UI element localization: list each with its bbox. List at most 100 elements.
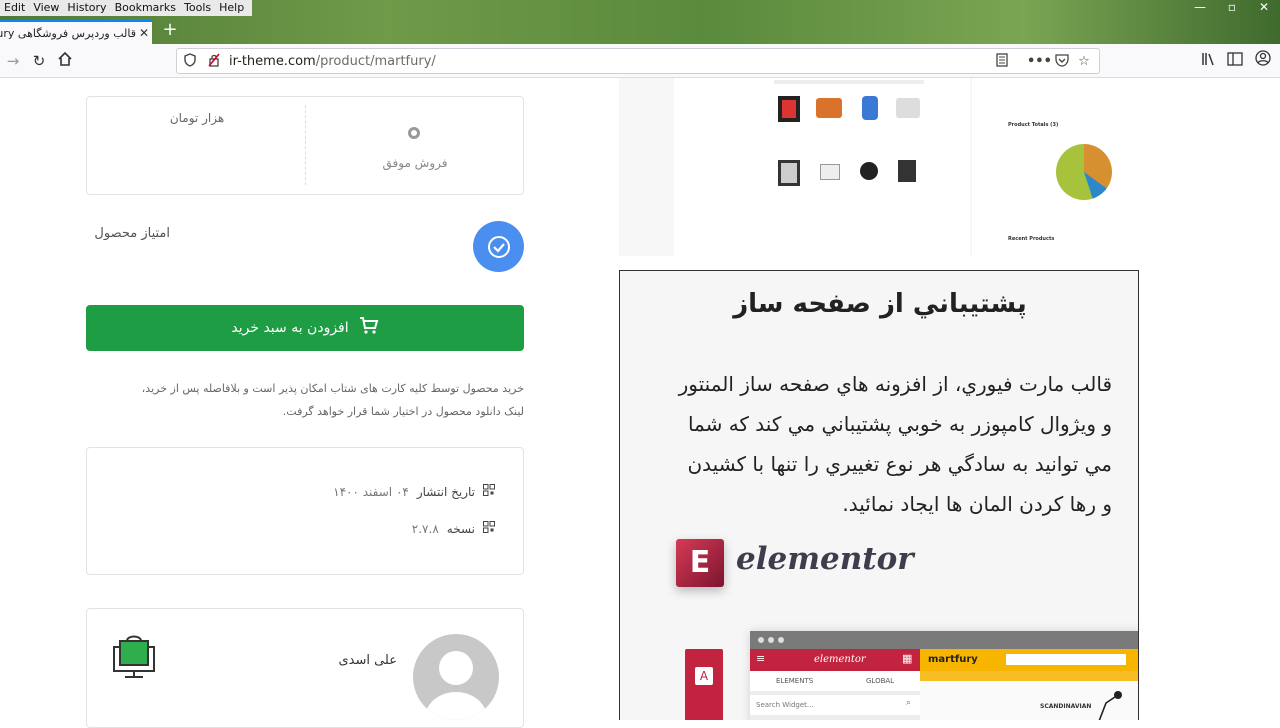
feature-line2: و ويژوال كامپوزر به خوبي پشتيباني مي كند…	[687, 412, 1112, 436]
feature-line1: قالب مارت فيوري، از افزونه هاي صفحه ساز …	[678, 372, 1112, 396]
new-tab-icon[interactable]: +	[160, 20, 180, 42]
pie-chart-thumb	[1056, 144, 1112, 200]
close-window-icon[interactable]: ✕	[1248, 0, 1280, 16]
minimize-icon[interactable]: —	[1184, 0, 1216, 16]
product-thumb	[778, 160, 800, 186]
product-rating-label: امتیاز محصول	[94, 226, 170, 241]
product-thumb	[896, 98, 920, 118]
editor-side-strip: A	[685, 649, 723, 720]
elementor-mark: E	[689, 545, 711, 580]
feature-panel: پشتيباني از صفحه ساز قالب مارت فيوري، از…	[619, 270, 1139, 720]
feature-line4: و رها كردن المان ها ايجاد نمائيد.	[842, 492, 1112, 516]
bullet-icon	[408, 127, 420, 139]
tab-global[interactable]: GLOBAL	[866, 677, 894, 685]
sales-info-card: هزار تومان فروش موفق	[86, 96, 524, 195]
menu-view[interactable]: View	[29, 0, 63, 16]
publish-date-row: تاریخ انتشار ۰۴ اسفند ۱۴۰۰	[333, 484, 495, 499]
maximize-icon[interactable]: ▫	[1216, 0, 1248, 16]
menu-bookmarks[interactable]: Bookmarks	[111, 0, 180, 16]
home-icon[interactable]	[54, 50, 76, 72]
feature-line3: مي توانيد به سادگي هر نوع تغييري را تنها…	[687, 452, 1112, 476]
purchase-note-line2: لینک دانلود محصول در اختیار شما قرار خوا…	[282, 405, 524, 418]
pocket-icon[interactable]	[1053, 53, 1071, 71]
elementor-logo-icon: E	[676, 539, 724, 587]
library-icon[interactable]	[1198, 50, 1220, 72]
page-actions-icon[interactable]: •••	[1027, 53, 1052, 71]
publish-date-value: ۰۴ اسفند ۱۴۰۰	[333, 484, 409, 499]
editor-logo: elementor	[814, 654, 866, 665]
editor-header: ≡ elementor ▦	[750, 649, 920, 671]
menu-history[interactable]: History	[63, 0, 110, 16]
tab-close-icon[interactable]: ✕	[136, 26, 152, 40]
price-unit-label: هزار تومان	[169, 111, 225, 125]
menu-tools[interactable]: Tools	[180, 0, 215, 16]
cart-icon	[359, 317, 379, 339]
url-path: /product/martfury/	[315, 54, 436, 69]
product-meta-card: تاریخ انتشار ۰۴ اسفند ۱۴۰۰ نسخه ۲.۷.۸	[86, 447, 524, 575]
feature-description: قالب مارت فيوري، از افزونه هاي صفحه ساز …	[640, 364, 1112, 524]
widget-search-input[interactable]: Search Widget... ⌕	[750, 695, 920, 715]
search-icon: ⌕	[906, 698, 912, 708]
check-icon	[487, 235, 510, 258]
qr-icon	[483, 521, 495, 536]
qr-icon	[483, 484, 495, 499]
window-controls: — ▫ ✕	[1184, 0, 1280, 16]
url-text: ir-theme.com/product/martfury/	[229, 54, 436, 69]
editor-window-bar	[750, 631, 1138, 649]
bookmark-star-icon[interactable]: ☆	[1075, 53, 1093, 71]
product-totals-label: Product Totals (3)	[1008, 122, 1059, 128]
site-header-preview: martfury	[920, 649, 1138, 671]
recent-products-label: Recent Products	[1008, 236, 1055, 242]
lamp-icon	[1098, 691, 1122, 720]
add-to-cart-button[interactable]: افزودن به سبد خرید	[86, 305, 524, 351]
success-sales-label: فروش موفق	[382, 156, 448, 170]
grid-icon: ▦	[902, 652, 913, 665]
site-nav-preview	[920, 671, 1138, 681]
reader-view-icon[interactable]	[993, 53, 1011, 71]
menu-icon: ≡	[756, 652, 766, 665]
reload-icon[interactable]: ↻	[28, 50, 50, 72]
forward-icon[interactable]: →	[2, 50, 24, 72]
elementor-wordmark: elementor	[736, 541, 914, 577]
tab-elements[interactable]: ELEMENTS	[776, 677, 813, 685]
product-thumb	[898, 160, 916, 182]
shield-icon[interactable]	[181, 53, 199, 71]
version-label: نسخه	[446, 521, 475, 536]
theme-screenshot: Product Totals (3) Recent Products	[619, 78, 1113, 256]
dot-icon	[778, 637, 784, 643]
browser-tab[interactable]: قالب وردپرس فروشگاهی MartFury ✕	[0, 20, 152, 44]
product-thumb	[816, 98, 842, 118]
preview-bar	[774, 80, 924, 84]
author-name: علی اسدی	[338, 653, 397, 668]
side-a-badge: A	[695, 667, 713, 685]
product-thumb	[778, 96, 800, 122]
dot-icon	[758, 637, 764, 643]
editor-tabs: ELEMENTS GLOBAL	[750, 671, 920, 691]
version-value: ۲.۷.۸	[411, 521, 439, 536]
url-bar[interactable]: ir-theme.com/product/martfury/ ••• ☆	[176, 48, 1100, 74]
purchase-note: خرید محصول توسط کلیه کارت های شتاب امکان…	[86, 377, 524, 423]
card-divider	[305, 105, 306, 185]
martfury-logo: martfury	[928, 654, 978, 665]
product-thumb	[860, 162, 878, 180]
sidebar-icon[interactable]	[1224, 50, 1246, 72]
insecure-lock-icon[interactable]	[205, 53, 223, 71]
site-hero-preview: SCANDINAVIAN	[920, 681, 1138, 720]
version-row: نسخه ۲.۷.۸	[412, 521, 495, 536]
add-to-cart-label: افزودن به سبد خرید	[231, 320, 349, 336]
product-thumb	[862, 96, 878, 120]
menu-bar: Edit View History Bookmarks Tools Help	[0, 0, 253, 16]
account-icon[interactable]	[1252, 50, 1274, 72]
site-search-preview	[1006, 654, 1126, 665]
widget-search-placeholder: Search Widget...	[756, 701, 814, 709]
menu-edit[interactable]: Edit	[0, 0, 29, 16]
dashboard-preview: Product Totals (3) Recent Products	[972, 78, 1113, 256]
editor-window: ≡ elementor ▦ ELEMENTS GLOBAL Search Wid…	[750, 631, 1138, 720]
url-host: ir-theme.com	[229, 54, 316, 69]
menu-help[interactable]: Help	[215, 0, 248, 16]
avatar[interactable]	[413, 634, 499, 720]
product-thumb	[820, 164, 840, 180]
product-grid-preview	[674, 78, 970, 256]
check-badge	[473, 221, 524, 272]
publish-date-label: تاریخ انتشار	[416, 484, 475, 499]
